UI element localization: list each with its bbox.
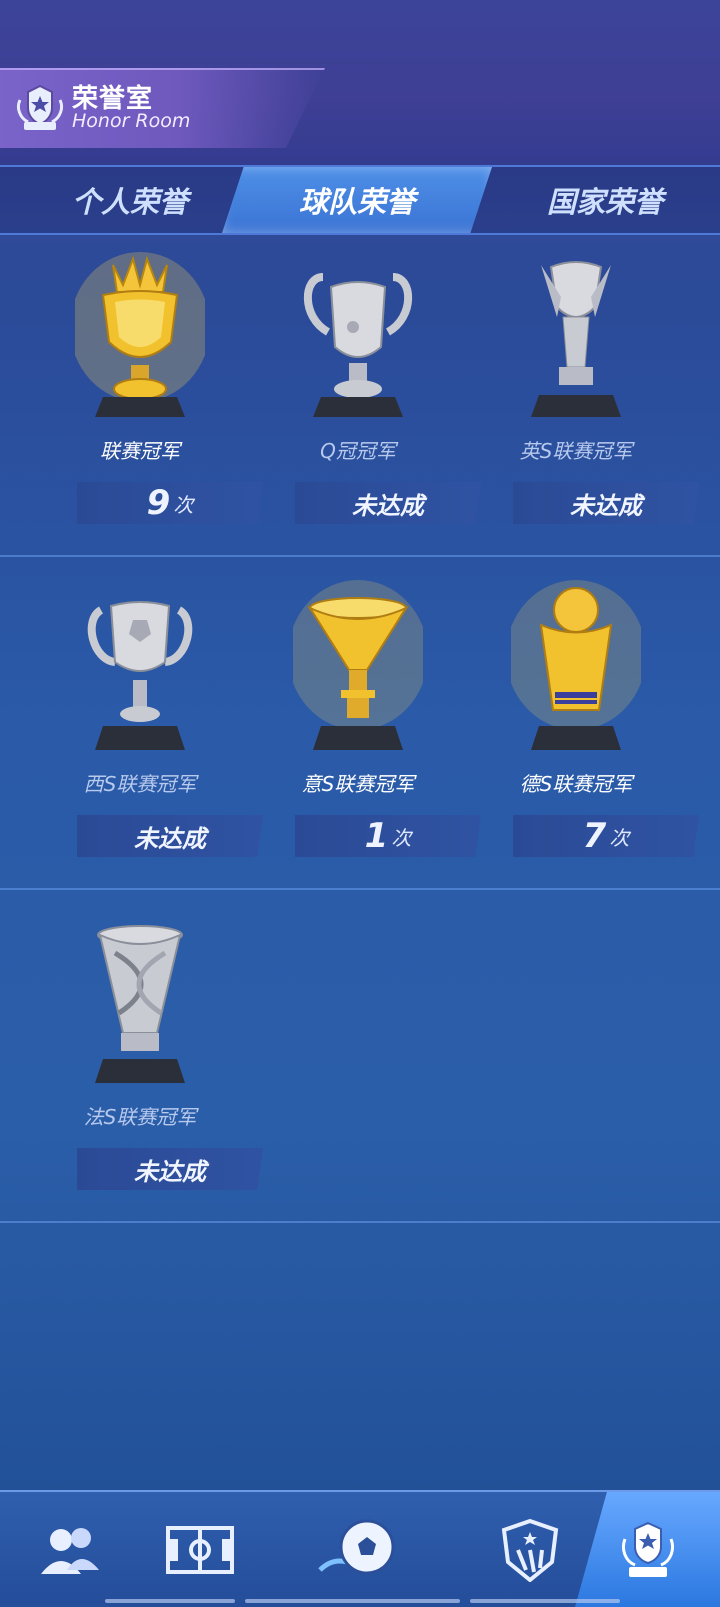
trophy-status-text: 未达成: [352, 491, 424, 520]
team-icon: [41, 1527, 99, 1574]
trophy-count-unit: 次: [173, 492, 194, 517]
trophy-count-value: 7: [582, 816, 607, 856]
gold-crown-trophy-icon: [75, 252, 205, 417]
nav-indicator: [470, 1599, 620, 1603]
tab-personal-honor[interactable]: 个人荣誉: [30, 167, 230, 233]
trophy-name: 西S联赛冠军: [83, 772, 197, 796]
gold-ball-trophy-icon: [511, 580, 641, 750]
trophy-name: Q冠冠军: [320, 439, 396, 463]
nav-club[interactable]: [460, 1492, 600, 1607]
trophy-name: 联赛冠军: [100, 439, 180, 463]
trophy-count: 9 次: [77, 482, 263, 524]
silver-cup-trophy-icon: [87, 601, 193, 750]
trophy-card[interactable]: 法S联赛冠军 未达成: [30, 903, 263, 1236]
trophy-card[interactable]: 意S联赛冠军 1 次: [248, 570, 481, 903]
trophy-card[interactable]: 西S联赛冠军 未达成: [30, 570, 263, 903]
nav-match[interactable]: [290, 1492, 430, 1607]
silver-swirl-trophy-icon: [95, 925, 185, 1083]
soccer-ball-icon: [318, 1519, 395, 1574]
trophy-count: 7 次: [513, 815, 699, 857]
trophy-card[interactable]: 德S联赛冠军 7 次: [466, 570, 699, 903]
nav-indicator: [245, 1599, 460, 1603]
tab-national-honor[interactable]: 国家荣誉: [500, 167, 710, 233]
trophy-count-value: 9: [146, 483, 171, 523]
silver-big-ears-trophy-icon: [303, 273, 413, 417]
trophy-status: 未达成: [513, 482, 699, 524]
nav-tactics[interactable]: [130, 1492, 270, 1607]
trophy-count-unit: 次: [609, 825, 630, 850]
page-subtitle: Honor Room: [72, 110, 191, 132]
trophy-name: 意S联赛冠军: [301, 772, 415, 796]
honor-tabs: 个人荣誉 球队荣誉 国家荣誉: [0, 165, 720, 235]
nav-indicator: [105, 1599, 235, 1603]
trophy-name: 英S联赛冠军: [519, 439, 633, 463]
trophy-count-value: 1: [364, 816, 389, 856]
club-badge-icon: [501, 1518, 559, 1582]
trophy-card[interactable]: 英S联赛冠军 未达成: [466, 237, 699, 570]
trophy-count: 1 次: [295, 815, 481, 857]
trophy-status: 未达成: [77, 1148, 263, 1190]
trophy-status: 未达成: [295, 482, 481, 524]
trophy-grid: 联赛冠军 9 次 Q冠冠军 未达成 英S联赛冠军 未达成 西S联赛冠军 未达成 …: [0, 237, 720, 1487]
trophy-name: 德S联赛冠军: [519, 772, 633, 796]
trophy-icon: [621, 1521, 674, 1577]
nav-team[interactable]: [0, 1492, 140, 1607]
trophy-badge-icon: [16, 84, 64, 130]
trophy-status-text: 未达成: [570, 491, 642, 520]
silver-winged-trophy-icon: [531, 261, 621, 417]
gold-funnel-trophy-icon: [293, 580, 423, 750]
trophy-name: 法S联赛冠军: [83, 1105, 197, 1129]
trophy-status-text: 未达成: [134, 1157, 206, 1186]
tab-team-honor[interactable]: 球队荣誉: [222, 167, 492, 233]
bottom-nav: [0, 1490, 720, 1607]
trophy-status: 未达成: [77, 815, 263, 857]
trophy-status-text: 未达成: [134, 824, 206, 853]
trophy-card[interactable]: 联赛冠军 9 次: [30, 237, 263, 570]
tactics-field-icon: [166, 1525, 234, 1574]
trophy-count-unit: 次: [391, 825, 412, 850]
trophy-card[interactable]: Q冠冠军 未达成: [248, 237, 481, 570]
